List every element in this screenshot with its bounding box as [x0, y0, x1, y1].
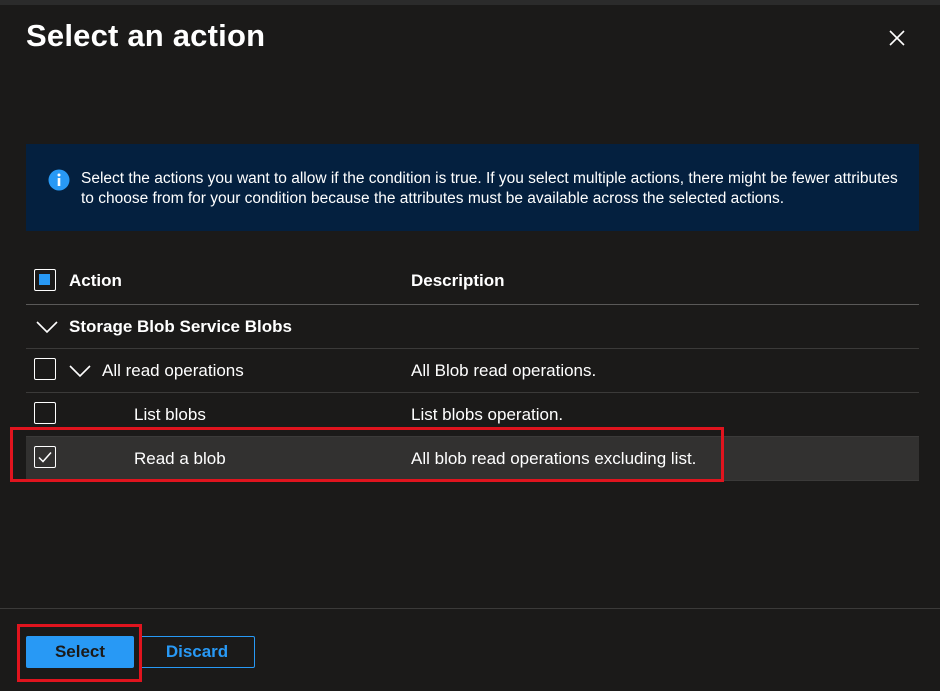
row-checkbox-read-a-blob[interactable] — [34, 446, 56, 468]
info-message-bar: Select the actions you want to allow if … — [26, 144, 919, 231]
table-row-selected[interactable]: Read a blob All blob read operations exc… — [26, 437, 919, 481]
row-checkbox-all-read-operations[interactable] — [34, 358, 56, 380]
group-label: Storage Blob Service Blobs — [69, 317, 292, 336]
column-header-description[interactable]: Description — [411, 258, 505, 304]
description-text: All blob read operations excluding list. — [411, 449, 697, 468]
info-message-text: Select the actions you want to allow if … — [81, 170, 898, 207]
table-row[interactable]: List blobs List blobs operation. — [26, 393, 919, 437]
select-button[interactable]: Select — [26, 636, 134, 668]
row-checkbox-list-blobs[interactable] — [34, 402, 56, 424]
table-row[interactable]: All read operations All Blob read operat… — [26, 349, 919, 393]
group-row-storage-blob[interactable]: Storage Blob Service Blobs — [26, 305, 919, 349]
footer-divider — [0, 608, 940, 609]
description-text: All Blob read operations. — [411, 361, 597, 380]
column-header-action[interactable]: Action — [69, 258, 122, 304]
select-all-checkbox[interactable] — [34, 269, 56, 291]
discard-button[interactable]: Discard — [139, 636, 255, 668]
close-icon[interactable] — [884, 25, 910, 51]
action-label: All read operations — [102, 361, 244, 380]
action-label: List blobs — [134, 405, 206, 424]
chevron-down-icon[interactable] — [36, 320, 58, 334]
description-text: List blobs operation. — [411, 405, 564, 424]
info-icon — [48, 169, 70, 191]
dialog-title: Select an action — [26, 18, 266, 53]
close-button[interactable] — [884, 25, 910, 51]
table-header-row: Action Description — [26, 258, 919, 305]
actions-table: Action Description Storage Blob Service … — [26, 258, 919, 481]
chevron-down-icon[interactable] — [69, 364, 91, 378]
checkmark-icon — [38, 452, 52, 463]
action-label: Read a blob — [134, 449, 226, 468]
window-top-strip — [0, 0, 940, 5]
